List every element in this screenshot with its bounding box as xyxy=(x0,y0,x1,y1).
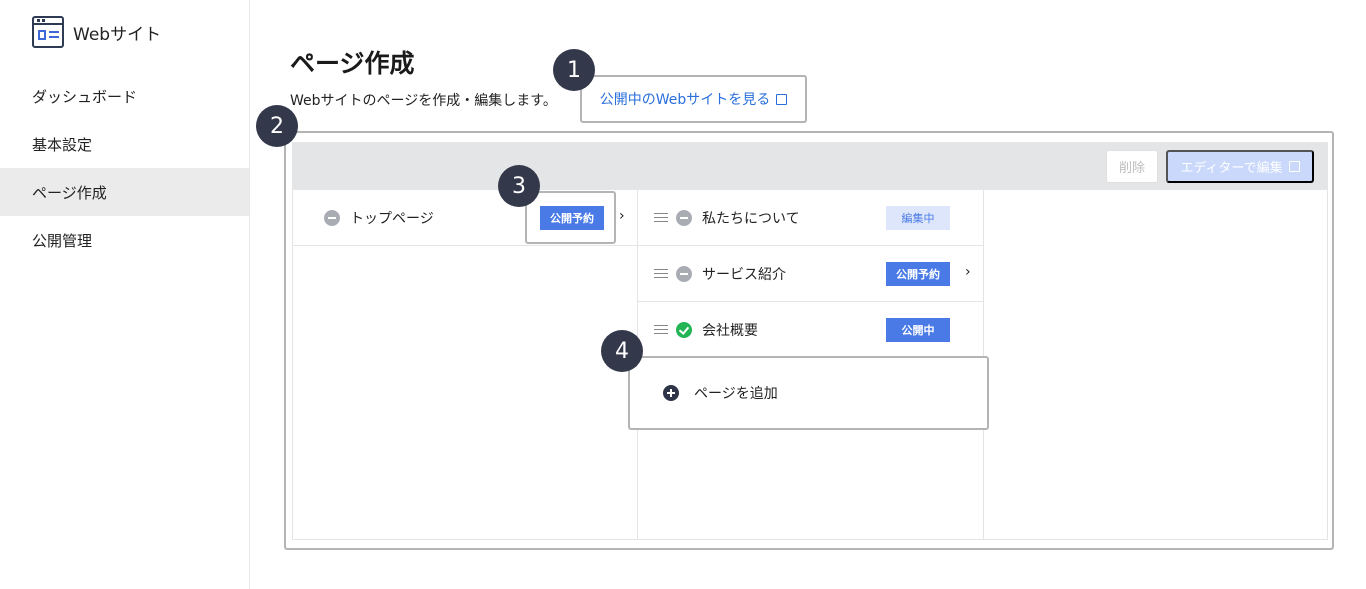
minus-circle-icon xyxy=(676,209,692,226)
tree-row-company-profile[interactable]: 会社概要 公開中 xyxy=(638,302,983,358)
callout-1: 1 xyxy=(553,49,595,91)
tree-row-services[interactable]: サービス紹介 公開予約 › xyxy=(638,246,983,302)
status-badge: 公開予約 xyxy=(886,262,950,286)
callout-4: 4 xyxy=(601,330,643,372)
page-name: 私たちについて xyxy=(702,210,800,227)
drag-handle-icon[interactable] xyxy=(654,324,668,335)
page-name: トップページ xyxy=(350,210,434,227)
page-name: サービス紹介 xyxy=(702,266,786,283)
tree-row-about-us[interactable]: 私たちについて 編集中 xyxy=(638,190,983,246)
chevron-right-icon: › xyxy=(965,264,971,280)
edit-in-editor-label: エディターで編集 xyxy=(1180,160,1283,175)
sidebar-item-publish-management[interactable]: 公開管理 xyxy=(0,216,249,264)
drag-handle-icon[interactable] xyxy=(654,212,668,223)
sidebar-item-dashboard[interactable]: ダッシュボード xyxy=(0,72,249,120)
view-public-site-link[interactable]: 公開中のWebサイトを見る xyxy=(580,75,807,123)
page-tree-panel: 削除 エディターで編集 トップページ 公開予約 › 私たちについて 編集中 サー… xyxy=(284,131,1334,550)
website-layout-icon xyxy=(32,16,64,48)
sidebar: Webサイト ダッシュボード 基本設定 ページ作成 公開管理 xyxy=(0,0,250,589)
drag-handle-icon[interactable] xyxy=(654,268,668,279)
sidebar-item-page-creation[interactable]: ページ作成 xyxy=(0,168,249,216)
view-public-site-label: 公開中のWebサイトを見る xyxy=(599,92,771,108)
minus-circle-icon xyxy=(324,209,340,226)
add-page-label: ページを追加 xyxy=(694,386,778,402)
page-name: 会社概要 xyxy=(702,322,758,339)
external-link-icon xyxy=(1288,161,1300,172)
check-circle-icon xyxy=(676,321,692,338)
panel-toolbar: 削除 エディターで編集 xyxy=(292,142,1328,190)
tree-column-3 xyxy=(984,190,1328,539)
sidebar-nav: ダッシュボード 基本設定 ページ作成 公開管理 xyxy=(0,72,249,264)
brand-label: Webサイト xyxy=(73,24,162,45)
sidebar-item-basic-settings[interactable]: 基本設定 xyxy=(0,120,249,168)
edit-in-editor-button[interactable]: エディターで編集 xyxy=(1166,150,1314,183)
status-badge: 公開中 xyxy=(886,318,950,342)
external-link-icon xyxy=(776,93,788,105)
callout-2: 2 xyxy=(256,105,298,147)
add-page-button[interactable]: ページを追加 xyxy=(628,356,989,430)
page-title: ページ作成 xyxy=(290,49,415,78)
status-badge: 編集中 xyxy=(886,206,950,230)
delete-button[interactable]: 削除 xyxy=(1106,150,1158,183)
minus-circle-icon xyxy=(676,265,692,282)
status-badge-highlight xyxy=(525,191,616,244)
plus-circle-icon xyxy=(663,385,679,401)
page-description: Webサイトのページを作成・編集します。 xyxy=(290,93,557,109)
brand[interactable]: Webサイト xyxy=(32,15,161,49)
callout-3: 3 xyxy=(498,165,540,207)
chevron-right-icon: › xyxy=(619,208,625,224)
